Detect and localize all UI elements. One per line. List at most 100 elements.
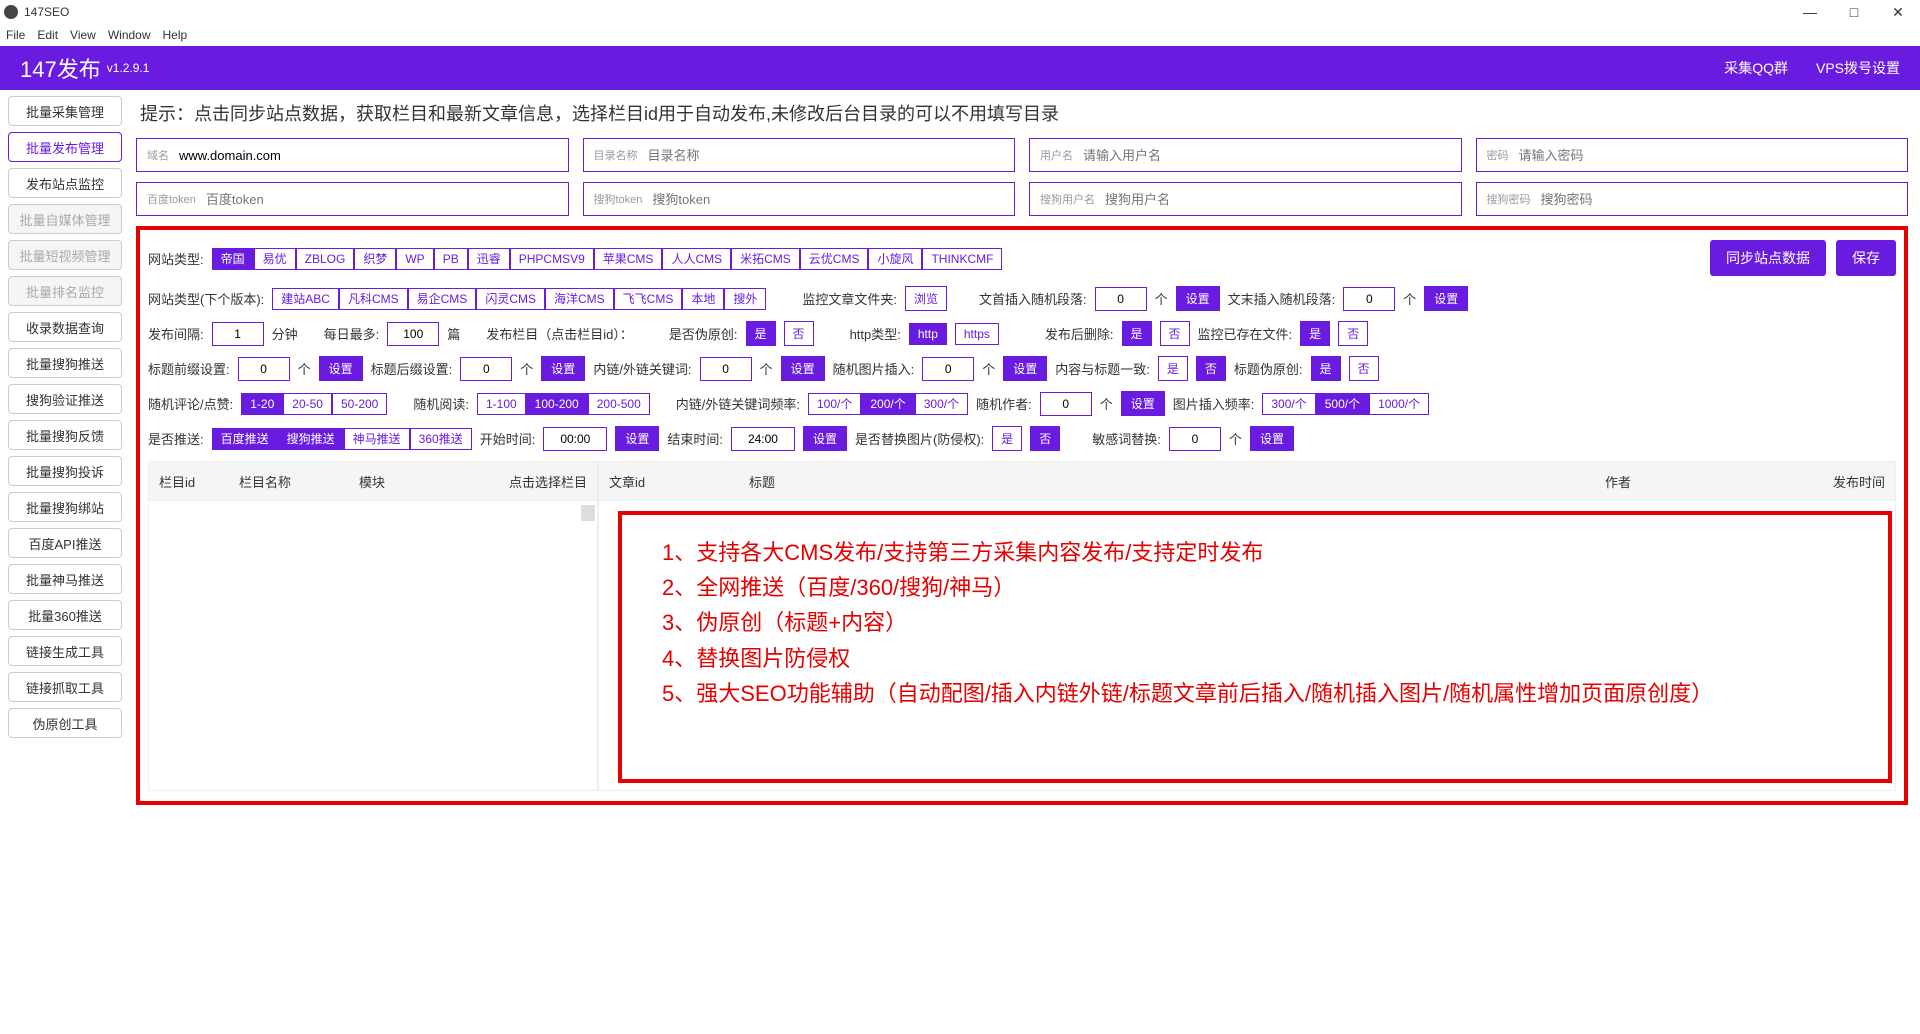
sidebar-item-3[interactable]: 批量自媒体管理 xyxy=(8,204,122,234)
lf-opts-opt-1[interactable]: 200/个 xyxy=(861,393,914,415)
sidebar-item-6[interactable]: 收录数据查询 xyxy=(8,312,122,342)
dir-input[interactable] xyxy=(648,148,1005,163)
rand-img-input[interactable] xyxy=(922,357,974,381)
sidebar-item-7[interactable]: 批量搜狗推送 xyxy=(8,348,122,378)
rc-opts-opt-1[interactable]: 20-50 xyxy=(283,393,332,415)
menu-view[interactable]: View xyxy=(70,28,96,42)
site-types-opt-6[interactable]: 迅睿 xyxy=(468,248,510,270)
watch-exist-yes[interactable]: 是 xyxy=(1300,321,1330,346)
interval-input[interactable] xyxy=(212,322,264,346)
prefix-set[interactable]: 设置 xyxy=(319,356,363,381)
user-input[interactable] xyxy=(1083,148,1451,163)
site-types-next-opt-6[interactable]: 本地 xyxy=(682,288,724,310)
inlink-input[interactable] xyxy=(700,357,752,381)
site-types-opt-11[interactable]: 云优CMS xyxy=(800,248,869,270)
content-match-yes[interactable]: 是 xyxy=(1158,356,1188,381)
sogou-pass-input[interactable] xyxy=(1541,192,1898,207)
sogou-user-input[interactable] xyxy=(1105,192,1451,207)
minimize-icon[interactable]: — xyxy=(1800,4,1820,21)
rc-opts-opt-0[interactable]: 1-20 xyxy=(241,393,283,415)
site-types-opt-7[interactable]: PHPCMSV9 xyxy=(510,248,594,270)
push-opts-opt-0[interactable]: 百度推送 xyxy=(212,428,278,450)
site-types-opt-5[interactable]: PB xyxy=(434,248,468,270)
site-types-next-opt-5[interactable]: 飞飞CMS xyxy=(614,288,683,310)
dir-field[interactable]: 目录名称 xyxy=(583,138,1016,172)
link-qq-group[interactable]: 采集QQ群 xyxy=(1724,58,1788,78)
sidebar-item-12[interactable]: 百度API推送 xyxy=(8,528,122,558)
site-types-opt-2[interactable]: ZBLOG xyxy=(296,248,355,270)
pass-field[interactable]: 密码 xyxy=(1476,138,1909,172)
pseudo-no[interactable]: 否 xyxy=(784,321,814,346)
push-opts-opt-3[interactable]: 360推送 xyxy=(410,428,472,450)
menu-edit[interactable]: Edit xyxy=(37,28,58,42)
site-types-opt-1[interactable]: 易优 xyxy=(254,248,296,270)
site-types-opt-4[interactable]: WP xyxy=(396,248,433,270)
sidebar-item-14[interactable]: 批量360推送 xyxy=(8,600,122,630)
title-pseudo-yes[interactable]: 是 xyxy=(1311,356,1341,381)
tail-insert-input[interactable] xyxy=(1343,287,1395,311)
rc-opts-opt-2[interactable]: 50-200 xyxy=(332,393,387,415)
tail-insert-set[interactable]: 设置 xyxy=(1424,286,1468,311)
rr-opts-opt-1[interactable]: 100-200 xyxy=(526,393,588,415)
site-types-next-opt-0[interactable]: 建站ABC xyxy=(272,288,339,310)
site-types-opt-12[interactable]: 小旋风 xyxy=(868,248,922,270)
end-time-input[interactable] xyxy=(731,427,795,451)
prefix-input[interactable] xyxy=(238,357,290,381)
inlink-set[interactable]: 设置 xyxy=(781,356,825,381)
delete-no[interactable]: 否 xyxy=(1160,321,1190,346)
if-opts-opt-0[interactable]: 300/个 xyxy=(1262,393,1315,415)
sync-button[interactable]: 同步站点数据 xyxy=(1710,240,1826,276)
site-types-opt-10[interactable]: 米拓CMS xyxy=(731,248,800,270)
sidebar-item-8[interactable]: 搜狗验证推送 xyxy=(8,384,122,414)
site-types-opt-13[interactable]: THINKCMF xyxy=(922,248,1002,270)
rand-img-set[interactable]: 设置 xyxy=(1003,356,1047,381)
site-types-next-opt-2[interactable]: 易企CMS xyxy=(408,288,477,310)
https-option[interactable]: https xyxy=(955,323,999,345)
suffix-set[interactable]: 设置 xyxy=(541,356,585,381)
pass-input[interactable] xyxy=(1519,148,1898,163)
suffix-input[interactable] xyxy=(460,357,512,381)
if-opts-opt-2[interactable]: 1000/个 xyxy=(1369,393,1429,415)
start-time-input[interactable] xyxy=(543,427,607,451)
delete-yes[interactable]: 是 xyxy=(1122,321,1152,346)
site-types-next-opt-3[interactable]: 闪灵CMS xyxy=(476,288,545,310)
watch-exist-no[interactable]: 否 xyxy=(1338,321,1368,346)
start-time-set[interactable]: 设置 xyxy=(615,426,659,451)
site-types-opt-0[interactable]: 帝国 xyxy=(212,248,254,270)
pseudo-yes[interactable]: 是 xyxy=(746,321,776,346)
sidebar-item-2[interactable]: 发布站点监控 xyxy=(8,168,122,198)
rr-opts-opt-2[interactable]: 200-500 xyxy=(588,393,650,415)
sogou-user-field[interactable]: 搜狗用户名 xyxy=(1029,182,1462,216)
site-types-opt-8[interactable]: 苹果CMS xyxy=(594,248,663,270)
sidebar-item-15[interactable]: 链接生成工具 xyxy=(8,636,122,666)
http-option[interactable]: http xyxy=(909,323,947,345)
title-pseudo-no[interactable]: 否 xyxy=(1349,356,1379,381)
sidebar-item-17[interactable]: 伪原创工具 xyxy=(8,708,122,738)
sidebar-item-13[interactable]: 批量神马推送 xyxy=(8,564,122,594)
baidu-token-field[interactable]: 百度token xyxy=(136,182,569,216)
site-types-opt-3[interactable]: 织梦 xyxy=(354,248,396,270)
push-opts-opt-2[interactable]: 神马推送 xyxy=(344,428,410,450)
sogou-token-field[interactable]: 搜狗token xyxy=(583,182,1016,216)
sensitive-input[interactable] xyxy=(1169,427,1221,451)
head-insert-input[interactable] xyxy=(1095,287,1147,311)
menu-file[interactable]: File xyxy=(6,28,25,42)
domain-input[interactable] xyxy=(179,148,558,163)
sidebar-item-11[interactable]: 批量搜狗绑站 xyxy=(8,492,122,522)
link-vps-settings[interactable]: VPS拨号设置 xyxy=(1816,58,1900,78)
maximize-icon[interactable]: □ xyxy=(1844,4,1864,21)
close-icon[interactable]: ✕ xyxy=(1888,4,1908,21)
replace-img-no[interactable]: 否 xyxy=(1030,426,1060,451)
site-types-next-opt-7[interactable]: 搜外 xyxy=(724,288,766,310)
site-types-opt-9[interactable]: 人人CMS xyxy=(662,248,731,270)
replace-img-yes[interactable]: 是 xyxy=(992,426,1022,451)
save-button[interactable]: 保存 xyxy=(1836,240,1896,276)
sidebar-item-0[interactable]: 批量采集管理 xyxy=(8,96,122,126)
lf-opts-opt-0[interactable]: 100/个 xyxy=(808,393,861,415)
head-insert-set[interactable]: 设置 xyxy=(1176,286,1220,311)
sogou-token-input[interactable] xyxy=(652,192,1004,207)
baidu-token-input[interactable] xyxy=(206,192,558,207)
sidebar-item-9[interactable]: 批量搜狗反馈 xyxy=(8,420,122,450)
sidebar-item-4[interactable]: 批量短视频管理 xyxy=(8,240,122,270)
menu-help[interactable]: Help xyxy=(163,28,188,42)
